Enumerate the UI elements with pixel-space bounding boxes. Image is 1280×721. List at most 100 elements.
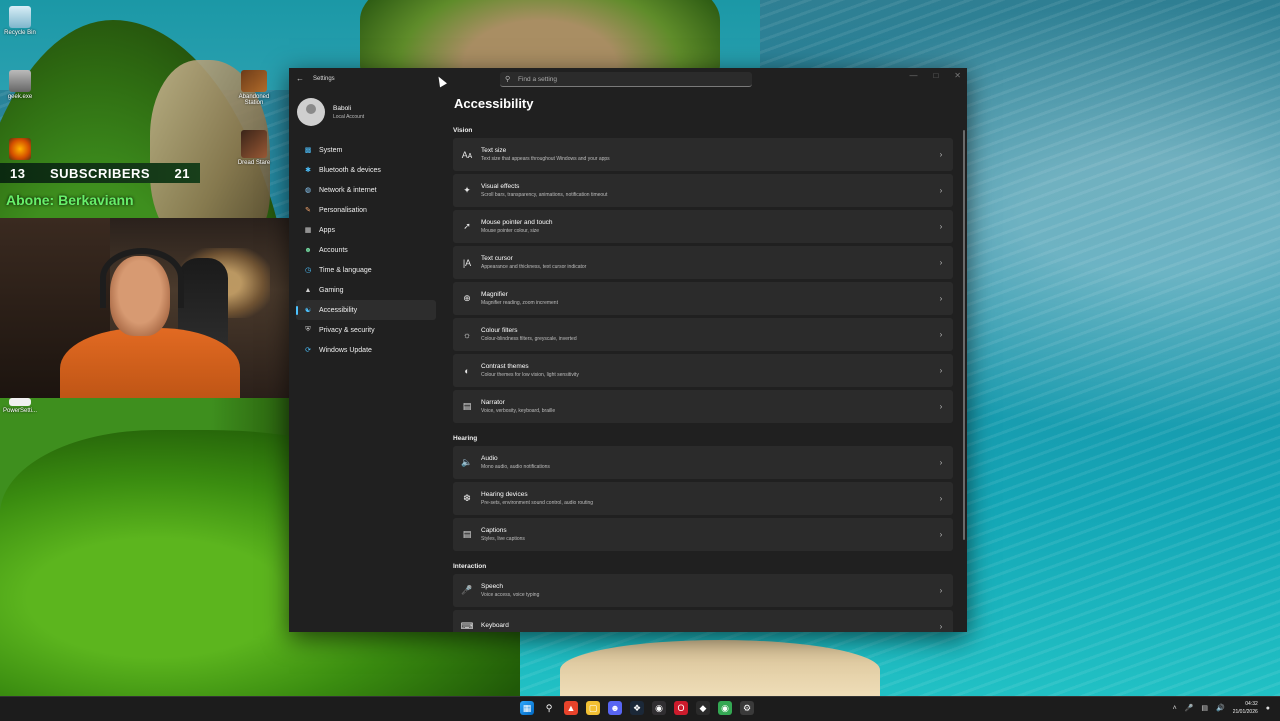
volume-icon[interactable]: 🔊 [1216,704,1225,712]
contrast-icon: ◐ [464,365,470,376]
chevron-right-icon: › [939,294,943,303]
minimize-icon[interactable]: — [909,71,917,80]
notification-icon[interactable]: ● [1266,705,1270,712]
setting-audio[interactable]: 🔈 Audio Mono audio, audio notifications › [453,446,953,479]
taskbar-apps: ▦ ⚲ ▲ ▢ ☻ ❖ ◉ O ◆ ◉ ⚙ [520,701,754,715]
windows-start-icon[interactable]: ▦ [520,701,534,715]
setting-contrast-themes[interactable]: ◐ Contrast themes Colour themes for low v… [453,354,953,387]
setting-text-cursor[interactable]: |A Text cursor Appearance and thickness, … [453,246,953,279]
setting-visual-effects[interactable]: ✦ Visual effects Scroll bars, transparenc… [453,174,953,207]
desktop-icon-flame[interactable] [2,138,38,162]
settings-list: Vision Aᴀ Text size Text size that appear… [453,124,953,632]
search-input[interactable]: ⚲ Find a setting [500,72,752,87]
steam-icon[interactable]: ❖ [630,701,644,715]
setting-speech[interactable]: 🎤 Speech Voice access, voice typing › [453,574,953,607]
scrollbar[interactable] [963,130,965,540]
discord-icon[interactable]: ☻ [608,701,622,715]
sidebar-item-network[interactable]: ◍ Network & internet [296,180,436,200]
desktop-icon-abandoned-station[interactable]: Abandoned Station [234,70,274,106]
sidebar-item-windows-update[interactable]: ⟳ Windows Update [296,340,436,360]
person-icon: ☻ [304,246,312,254]
sidebar-item-apps[interactable]: ▦ Apps [296,220,436,240]
wifi-icon: ◍ [304,187,312,194]
brush-icon: ✎ [305,207,311,214]
chevron-right-icon: › [939,366,943,375]
update-icon: ⟳ [305,347,311,354]
chevron-right-icon: › [939,586,943,595]
chevron-right-icon: › [939,330,943,339]
sidebar-item-system[interactable]: ▩ System [296,140,436,160]
sidebar-item-accessibility[interactable]: ☯ Accessibility [296,300,436,320]
sidebar-item-personalisation[interactable]: ✎ Personalisation [296,200,436,220]
globe-clock-icon: ◷ [304,267,312,274]
chevron-right-icon: › [939,402,943,411]
subscriber-counter: 13 SUBSCRIBERS 21 [0,163,200,183]
game-icon [241,70,267,92]
user-account-type: Local Account [333,113,365,120]
sidebar-item-time-language[interactable]: ◷ Time & language [296,260,436,280]
sidebar-item-gaming[interactable]: ▲ Gaming [296,280,436,300]
webcam-overlay [0,218,318,398]
desktop-icon-dread-stare[interactable]: Dread Stare [234,130,274,166]
subscriber-count-left: 13 [10,165,26,181]
sidebar-item-bluetooth[interactable]: ✱ Bluetooth & devices [296,160,436,180]
controller-icon: ▲ [304,286,312,294]
search-icon[interactable]: ⚲ [542,701,556,715]
maximize-icon[interactable]: □ [933,71,938,80]
webcam-person-body [60,328,240,398]
setting-narrator[interactable]: ▤ Narrator Voice, verbosity, keyboard, br… [453,390,953,423]
colour-filter-icon: ☼ [462,329,472,340]
bluetooth-icon: ✱ [305,167,311,174]
clock[interactable]: 04:32 21/01/2026 [1233,700,1258,716]
desktop-icon-powersettings[interactable]: PowerSetti... [2,398,38,414]
microphone-tray-icon[interactable]: 🎤 [1185,704,1194,712]
geek-icon [9,70,31,92]
search-placeholder: Find a setting [518,76,558,83]
keyboard-icon: ⌨ [460,621,474,631]
file-explorer-icon[interactable]: ▢ [586,701,600,715]
back-arrow-icon[interactable]: ← [296,74,304,83]
chevron-up-icon[interactable]: ˄ [1173,705,1177,712]
sparkle-icon: ✦ [463,185,471,195]
desktop-icon-recycle-bin[interactable]: Recycle Bin [2,6,38,36]
close-icon[interactable]: ✕ [954,71,961,80]
setting-colour-filters[interactable]: ☼ Colour filters Colour-blindness filters… [453,318,953,351]
settings-window: ← Settings ⚲ Find a setting — □ ✕ Baboli… [289,68,967,632]
text-cursor-icon: |A [462,257,472,268]
clock-time: 04:32 [1245,701,1258,707]
user-profile[interactable]: Baboli Local Account [297,98,364,126]
setting-magnifier[interactable]: ⊕ Magnifier Magnifier reading, zoom incre… [453,282,953,315]
sidebar-nav: ▩ System ✱ Bluetooth & devices ◍ Network & … [296,140,436,360]
game-icon [241,130,267,158]
narrator-icon: ▤ [462,401,472,411]
desktop-icon-geek[interactable]: geek.exe [2,70,38,100]
brave-browser-icon[interactable]: ▲ [564,701,578,715]
chrome-icon[interactable]: ◉ [718,701,732,715]
setting-hearing-devices[interactable]: ❆ Hearing devices Pre-sets, environment s… [453,482,953,515]
avatar [297,98,325,126]
opera-icon[interactable]: O [674,701,688,715]
clock-date: 21/01/2026 [1232,709,1258,715]
chevron-right-icon: › [939,494,943,503]
epic-games-icon[interactable]: ◆ [696,701,710,715]
app-title: Settings [313,76,335,82]
microphone-icon: 🎤 [461,585,473,595]
network-icon[interactable]: ▤ [1201,704,1208,712]
title-bar[interactable]: ← Settings ⚲ Find a setting — □ ✕ [289,68,967,92]
display-icon: ▩ [304,147,312,154]
chevron-right-icon: › [939,458,943,467]
setting-mouse-pointer[interactable]: ➚ Mouse pointer and touch Mouse pointer c… [453,210,953,243]
mouse-pointer-icon: ➚ [463,221,471,231]
setting-captions[interactable]: ▤ Captions Styles, live captions › [453,518,953,551]
headphones-icon [100,248,184,308]
setting-text-size[interactable]: Aᴀ Text size Text size that appears throu… [453,138,953,171]
sidebar-item-accounts[interactable]: ☻ Accounts [296,240,436,260]
sidebar-item-privacy[interactable]: ⛨ Privacy & security [296,320,436,340]
setting-keyboard[interactable]: ⌨ Keyboard › [453,610,953,632]
obs-icon[interactable]: ◉ [652,701,666,715]
subscriber-label: SUBSCRIBERS [49,165,151,181]
section-heading-interaction: Interaction [453,563,487,570]
settings-gear-icon[interactable]: ⚙ [740,701,754,715]
accessibility-icon: ☯ [304,307,312,314]
flame-app-icon [9,138,31,160]
